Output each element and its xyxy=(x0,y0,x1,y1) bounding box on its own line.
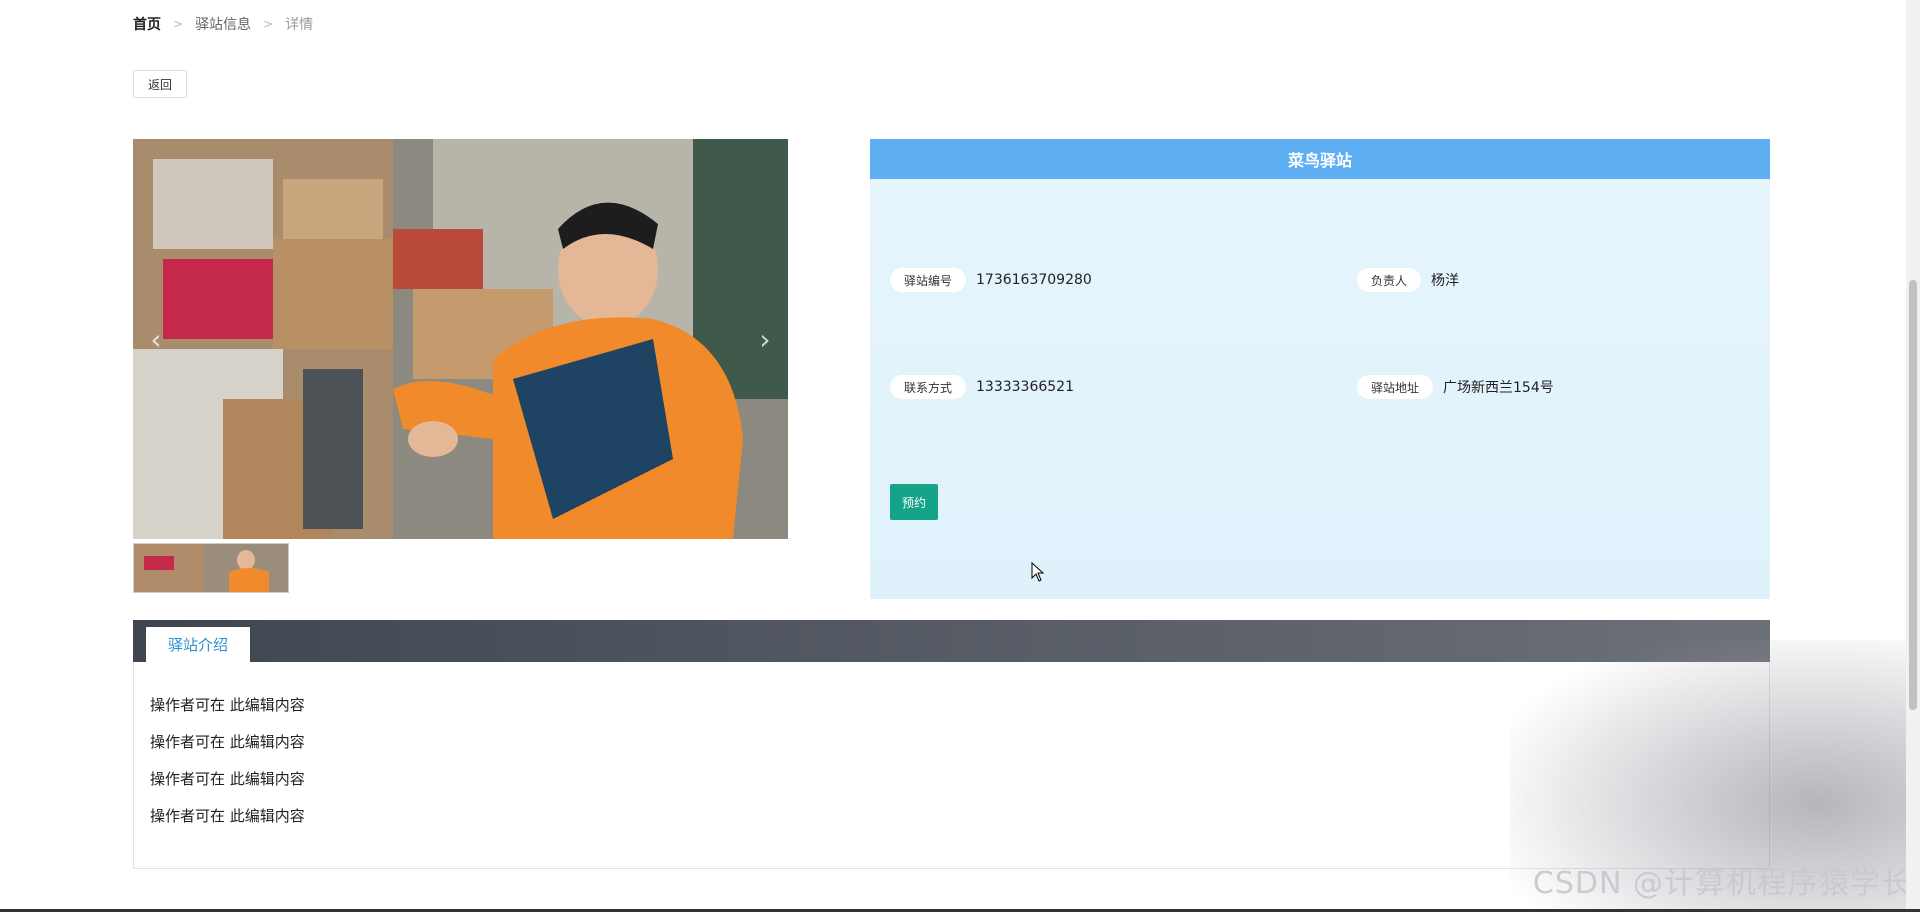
manager-field: 负责人 杨洋 xyxy=(1357,268,1459,292)
mouse-cursor-icon xyxy=(1031,562,1045,582)
book-button[interactable]: 预约 xyxy=(890,484,938,520)
breadcrumb: 首页 > 驿站信息 > 详情 xyxy=(133,14,313,34)
thumbnail-image xyxy=(134,544,288,592)
station-number-field: 驿站编号 1736163709280 xyxy=(890,268,1092,292)
courier-photo xyxy=(133,139,788,539)
field-value: 杨洋 xyxy=(1431,273,1460,289)
field-value: 13333366521 xyxy=(976,379,1074,395)
intro-line: 操作者可在 此编辑内容 xyxy=(150,733,305,751)
station-info-panel: 菜鸟驿站 驿站编号 1736163709280 负责人 杨洋 联系方式 1333… xyxy=(870,139,1770,599)
intro-line: 操作者可在 此编辑内容 xyxy=(150,770,305,788)
breadcrumb-current: 详情 xyxy=(285,17,314,33)
prev-slide-icon[interactable]: ‹ xyxy=(141,323,171,356)
breadcrumb-separator: > xyxy=(173,17,184,31)
tab-station-intro[interactable]: 驿站介绍 xyxy=(146,627,250,662)
address-field: 驿站地址 广场新西兰154号 xyxy=(1357,375,1554,399)
watermark-text: CSDN @计算机程序猿学长 xyxy=(1532,866,1912,901)
breadcrumb-home-link[interactable]: 首页 xyxy=(133,14,161,34)
intro-line: 操作者可在 此编辑内容 xyxy=(150,696,305,714)
scrollbar-thumb[interactable] xyxy=(1909,280,1917,710)
back-button[interactable]: 返回 xyxy=(133,70,187,98)
station-photo-carousel[interactable]: ‹ › xyxy=(133,139,788,539)
field-value: 广场新西兰154号 xyxy=(1443,380,1554,396)
breadcrumb-separator: > xyxy=(263,17,274,31)
station-title: 菜鸟驿站 xyxy=(870,139,1770,179)
field-label: 联系方式 xyxy=(890,375,967,399)
breadcrumb-station-info-link[interactable]: 驿站信息 xyxy=(195,14,251,34)
field-label: 驿站编号 xyxy=(890,268,967,292)
field-value: 1736163709280 xyxy=(976,272,1092,288)
field-label: 驿站地址 xyxy=(1357,375,1434,399)
field-label: 负责人 xyxy=(1357,268,1422,292)
page-scrollbar[interactable] xyxy=(1906,0,1920,912)
contact-field: 联系方式 13333366521 xyxy=(890,375,1074,399)
intro-line: 操作者可在 此编辑内容 xyxy=(150,807,305,825)
gallery-thumbnail[interactable] xyxy=(133,543,289,593)
next-slide-icon[interactable]: › xyxy=(750,323,780,356)
